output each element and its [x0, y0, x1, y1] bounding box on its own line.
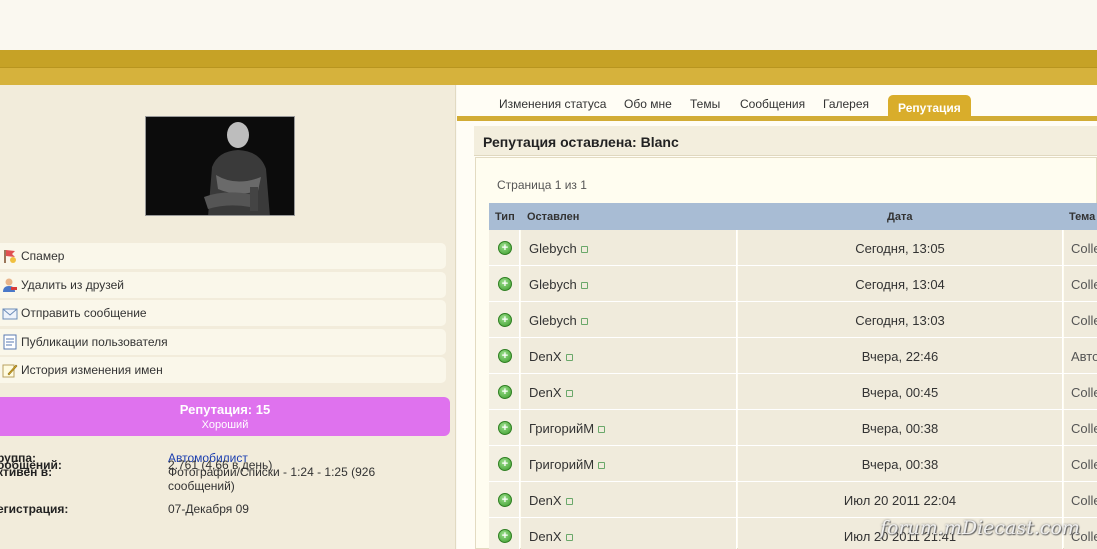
external-link-icon[interactable]: [580, 246, 588, 254]
menu-item-label: Удалить из друзей: [21, 277, 124, 292]
external-link-icon[interactable]: [580, 318, 588, 326]
tab-gallery[interactable]: Галерея: [823, 97, 869, 111]
header-lower: [0, 68, 1097, 85]
author-link[interactable]: Glebych: [529, 241, 588, 256]
external-link-icon[interactable]: [565, 390, 573, 398]
spam-flag-icon: [2, 248, 18, 264]
positive-plus-icon: +: [498, 421, 512, 435]
reputation-box: Страница 1 из 1 Тип Оставлен Дата Тема +…: [475, 157, 1097, 549]
row-date: Сегодня, 13:03: [855, 313, 945, 328]
row-topic[interactable]: Colle: [1071, 241, 1097, 256]
profile-tabs: Изменения статуса Обо мне Темы Сообщения…: [457, 85, 1097, 121]
positive-plus-icon: +: [498, 529, 512, 543]
site-watermark: forum.mDiecast.com: [880, 517, 1080, 539]
author-link[interactable]: DenX: [529, 349, 573, 364]
author-link[interactable]: Glebych: [529, 313, 588, 328]
external-link-icon[interactable]: [580, 282, 588, 290]
menu-item-user-posts[interactable]: Публикации пользователя: [0, 328, 446, 355]
row-date: Сегодня, 13:04: [855, 277, 945, 292]
author-link[interactable]: ГригорийМ: [529, 457, 606, 472]
row-topic[interactable]: Colle: [1071, 493, 1097, 508]
author-link[interactable]: Glebych: [529, 277, 588, 292]
table-row: + DenX Вчера, 22:46 Авто: [489, 338, 1097, 374]
person-photo-icon: [146, 117, 294, 215]
info-label: ктивен в:: [0, 465, 53, 479]
table-row: + DenX Вчера, 00:45 Colle: [489, 374, 1097, 410]
table-row: + DenX Июл 20 2011 22:04 Colle: [489, 482, 1097, 518]
reputation-badge: Репутация: 15 Хороший: [0, 397, 450, 436]
info-label: егистрация:: [0, 502, 69, 516]
document-icon: [2, 334, 18, 350]
table-row: + ГригорийМ Вчера, 00:38 Colle: [489, 410, 1097, 446]
row-date: Июл 20 2011 22:04: [843, 493, 957, 508]
row-date: Вчера, 00:45: [861, 385, 939, 400]
menu-item-label: Публикации пользователя: [21, 334, 168, 349]
table-row: + Glebych Сегодня, 13:05 Colle: [489, 230, 1097, 266]
table-row: + Glebych Сегодня, 13:04 Colle: [489, 266, 1097, 302]
row-topic[interactable]: Colle: [1071, 385, 1097, 400]
reputation-table: + Glebych Сегодня, 13:05 Colle + Glebych…: [489, 230, 1097, 549]
menu-item-label: Спамер: [21, 249, 65, 263]
reputation-level: Хороший: [201, 419, 249, 431]
profile-photo[interactable]: [145, 116, 295, 216]
tab-posts[interactable]: Сообщения: [740, 97, 805, 111]
table-header: Тип Оставлен Дата Тема: [489, 203, 1097, 230]
row-topic[interactable]: Colle: [1071, 457, 1097, 472]
reputation-title: Репутация: 15: [179, 402, 271, 417]
row-date: Вчера, 00:38: [861, 457, 939, 472]
positive-plus-icon: +: [498, 493, 512, 507]
table-row: + ГригорийМ Вчера, 00:38 Colle: [489, 446, 1097, 482]
profile-content: Изменения статуса Обо мне Темы Сообщения…: [457, 85, 1097, 549]
top-bar: [0, 0, 1097, 50]
header-date: Дата: [887, 211, 913, 223]
menu-item-label: История изменения имен: [21, 363, 163, 377]
header-band: [0, 50, 1097, 85]
menu-item-remove-friend[interactable]: Удалить из друзей: [0, 271, 446, 298]
menu-item-spammer[interactable]: Спамер: [0, 243, 446, 269]
external-link-icon[interactable]: [565, 534, 573, 542]
row-topic[interactable]: Colle: [1071, 421, 1097, 436]
positive-plus-icon: +: [498, 241, 512, 255]
author-link[interactable]: ГригорийМ: [529, 421, 606, 436]
positive-plus-icon: +: [498, 457, 512, 471]
row-topic[interactable]: Colle: [1071, 313, 1097, 328]
row-date: Вчера, 00:38: [861, 421, 939, 436]
menu-item-label: Отправить сообщение: [21, 306, 147, 320]
info-value: 07-Декабря 09: [168, 502, 249, 516]
menu-item-name-history[interactable]: История изменения имен: [0, 357, 446, 383]
info-value: Фотографии/Списки - 1:24 - 1:25 (926 соо…: [168, 465, 376, 493]
tab-about[interactable]: Обо мне: [624, 97, 672, 111]
profile-sidebar: Спамер Удалить из друзей Отправить сообщ…: [0, 85, 456, 549]
pencil-icon: [2, 362, 18, 378]
menu-item-send-message[interactable]: Отправить сообщение: [0, 300, 446, 326]
tab-status-changes[interactable]: Изменения статуса: [499, 97, 606, 111]
external-link-icon[interactable]: [598, 462, 606, 470]
row-topic[interactable]: Colle: [1071, 277, 1097, 292]
row-date: Сегодня, 13:05: [855, 241, 945, 256]
header-type: Тип: [495, 211, 515, 223]
external-link-icon[interactable]: [598, 426, 606, 434]
header-author: Оставлен: [527, 211, 580, 223]
header-topic: Тема: [1069, 211, 1096, 223]
tab-reputation[interactable]: Репутация: [888, 95, 971, 121]
header-stripe: [0, 50, 1097, 68]
positive-plus-icon: +: [498, 385, 512, 399]
profile-menu: Спамер Удалить из друзей Отправить сообщ…: [0, 243, 446, 386]
remove-friend-icon: [2, 277, 18, 293]
positive-plus-icon: +: [498, 313, 512, 327]
envelope-icon: [2, 305, 18, 321]
external-link-icon[interactable]: [565, 498, 573, 506]
author-link[interactable]: DenX: [529, 493, 573, 508]
panel-title: Репутация оставлена: Blanc: [474, 126, 1097, 156]
positive-plus-icon: +: [498, 349, 512, 363]
author-link[interactable]: DenX: [529, 529, 573, 544]
table-row: + Glebych Сегодня, 13:03 Colle: [489, 302, 1097, 338]
pagination-text: Страница 1 из 1: [497, 178, 587, 192]
positive-plus-icon: +: [498, 277, 512, 291]
row-topic[interactable]: Авто: [1071, 349, 1097, 364]
author-link[interactable]: DenX: [529, 385, 573, 400]
external-link-icon[interactable]: [565, 354, 573, 362]
row-date: Вчера, 22:46: [861, 349, 939, 364]
tab-topics[interactable]: Темы: [690, 97, 720, 111]
